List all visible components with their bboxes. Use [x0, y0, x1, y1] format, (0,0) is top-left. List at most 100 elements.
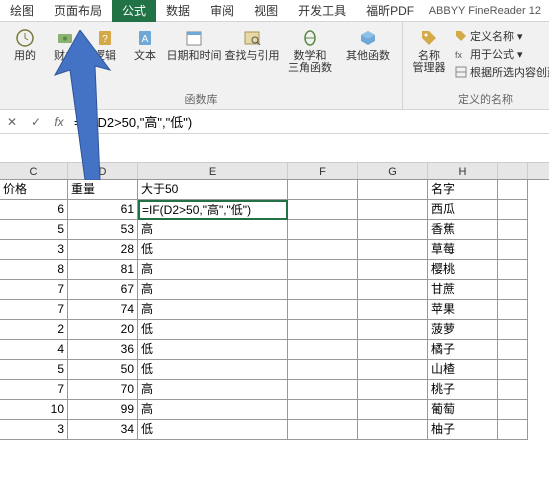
- cell[interactable]: 2: [0, 320, 68, 340]
- cell[interactable]: [498, 400, 528, 420]
- tab-foxit-pdf[interactable]: 福昕PDF: [356, 0, 424, 22]
- cell[interactable]: 3: [0, 420, 68, 440]
- cell[interactable]: [288, 320, 358, 340]
- cell[interactable]: 大于50: [138, 180, 288, 200]
- cell[interactable]: 3: [0, 240, 68, 260]
- btn-use-in-formula[interactable]: fx用于公式 ▾: [455, 46, 549, 62]
- col-header-c[interactable]: C: [0, 163, 68, 179]
- cell[interactable]: 34: [68, 420, 138, 440]
- cell[interactable]: [358, 280, 428, 300]
- cell[interactable]: 价格: [0, 180, 68, 200]
- cell[interactable]: [498, 320, 528, 340]
- active-cell[interactable]: =IF(D2>50,"高","低"): [138, 200, 288, 220]
- cell[interactable]: 高: [138, 300, 288, 320]
- cell[interactable]: 5: [0, 220, 68, 240]
- cell[interactable]: [358, 200, 428, 220]
- cell[interactable]: 81: [68, 260, 138, 280]
- tab-page-layout[interactable]: 页面布局: [44, 0, 112, 22]
- cell[interactable]: [288, 420, 358, 440]
- cell[interactable]: 低: [138, 320, 288, 340]
- cell[interactable]: [358, 420, 428, 440]
- cell[interactable]: 高: [138, 280, 288, 300]
- cell[interactable]: [358, 260, 428, 280]
- cell[interactable]: 99: [68, 400, 138, 420]
- btn-more-functions[interactable]: 其他函数: [340, 26, 396, 76]
- cell[interactable]: [288, 300, 358, 320]
- cell[interactable]: 36: [68, 340, 138, 360]
- cell[interactable]: 桃子: [428, 380, 498, 400]
- cell[interactable]: [498, 300, 528, 320]
- tab-view[interactable]: 视图: [244, 0, 288, 22]
- cell[interactable]: 草莓: [428, 240, 498, 260]
- btn-recently-used[interactable]: 用的: [6, 26, 44, 76]
- cell[interactable]: [498, 180, 528, 200]
- cell[interactable]: [288, 360, 358, 380]
- btn-date-time[interactable]: 日期和时间: [166, 26, 222, 76]
- cell[interactable]: 低: [138, 240, 288, 260]
- col-header-f[interactable]: F: [288, 163, 358, 179]
- cell[interactable]: [288, 200, 358, 220]
- cell[interactable]: 低: [138, 360, 288, 380]
- cell[interactable]: [358, 340, 428, 360]
- btn-create-from-selection[interactable]: 根据所选内容创建: [455, 64, 549, 80]
- cell[interactable]: 西瓜: [428, 200, 498, 220]
- cell[interactable]: 61: [68, 200, 138, 220]
- col-header-d[interactable]: D: [68, 163, 138, 179]
- col-header-e[interactable]: E: [138, 163, 288, 179]
- cell[interactable]: [358, 180, 428, 200]
- btn-logical[interactable]: ? 逻辑: [86, 26, 124, 76]
- cell[interactable]: 7: [0, 280, 68, 300]
- cell[interactable]: 低: [138, 340, 288, 360]
- cell[interactable]: 苹果: [428, 300, 498, 320]
- cell[interactable]: [288, 180, 358, 200]
- cell[interactable]: 7: [0, 380, 68, 400]
- cancel-button[interactable]: ✕: [0, 115, 24, 129]
- cell[interactable]: 6: [0, 200, 68, 220]
- tab-formulas[interactable]: 公式: [112, 0, 156, 22]
- cell[interactable]: 高: [138, 260, 288, 280]
- cell[interactable]: 高: [138, 220, 288, 240]
- cell[interactable]: [498, 360, 528, 380]
- cell[interactable]: 甘蔗: [428, 280, 498, 300]
- cell[interactable]: 樱桃: [428, 260, 498, 280]
- cell[interactable]: 重量: [68, 180, 138, 200]
- cell[interactable]: [358, 400, 428, 420]
- btn-define-name[interactable]: 定义名称 ▾: [455, 28, 549, 44]
- cell[interactable]: [498, 260, 528, 280]
- tab-draw[interactable]: 绘图: [0, 0, 44, 22]
- cell[interactable]: 葡萄: [428, 400, 498, 420]
- cell[interactable]: [498, 340, 528, 360]
- col-header-g[interactable]: G: [358, 163, 428, 179]
- cell[interactable]: 7: [0, 300, 68, 320]
- cell[interactable]: [288, 280, 358, 300]
- cell[interactable]: 70: [68, 380, 138, 400]
- cell[interactable]: 5: [0, 360, 68, 380]
- tab-review[interactable]: 审阅: [200, 0, 244, 22]
- cell[interactable]: 4: [0, 340, 68, 360]
- btn-text[interactable]: A 文本: [126, 26, 164, 76]
- cell[interactable]: 50: [68, 360, 138, 380]
- cell[interactable]: [358, 220, 428, 240]
- cell[interactable]: [498, 280, 528, 300]
- cell[interactable]: 53: [68, 220, 138, 240]
- cell[interactable]: 74: [68, 300, 138, 320]
- btn-financial[interactable]: 财务: [46, 26, 84, 76]
- cell[interactable]: [288, 240, 358, 260]
- cell[interactable]: 高: [138, 400, 288, 420]
- cell[interactable]: [358, 380, 428, 400]
- btn-lookup[interactable]: 查找与引用: [224, 26, 280, 76]
- cell[interactable]: 67: [68, 280, 138, 300]
- cell[interactable]: 低: [138, 420, 288, 440]
- tab-developer[interactable]: 开发工具: [288, 0, 356, 22]
- cell[interactable]: 橘子: [428, 340, 498, 360]
- cell[interactable]: 20: [68, 320, 138, 340]
- cell[interactable]: [498, 240, 528, 260]
- cell[interactable]: 菠萝: [428, 320, 498, 340]
- cell[interactable]: 10: [0, 400, 68, 420]
- col-header-i[interactable]: [498, 163, 528, 179]
- enter-button[interactable]: ✓: [24, 115, 48, 129]
- cell[interactable]: [498, 200, 528, 220]
- tab-data[interactable]: 数据: [156, 0, 200, 22]
- cell[interactable]: [498, 420, 528, 440]
- cell[interactable]: [288, 400, 358, 420]
